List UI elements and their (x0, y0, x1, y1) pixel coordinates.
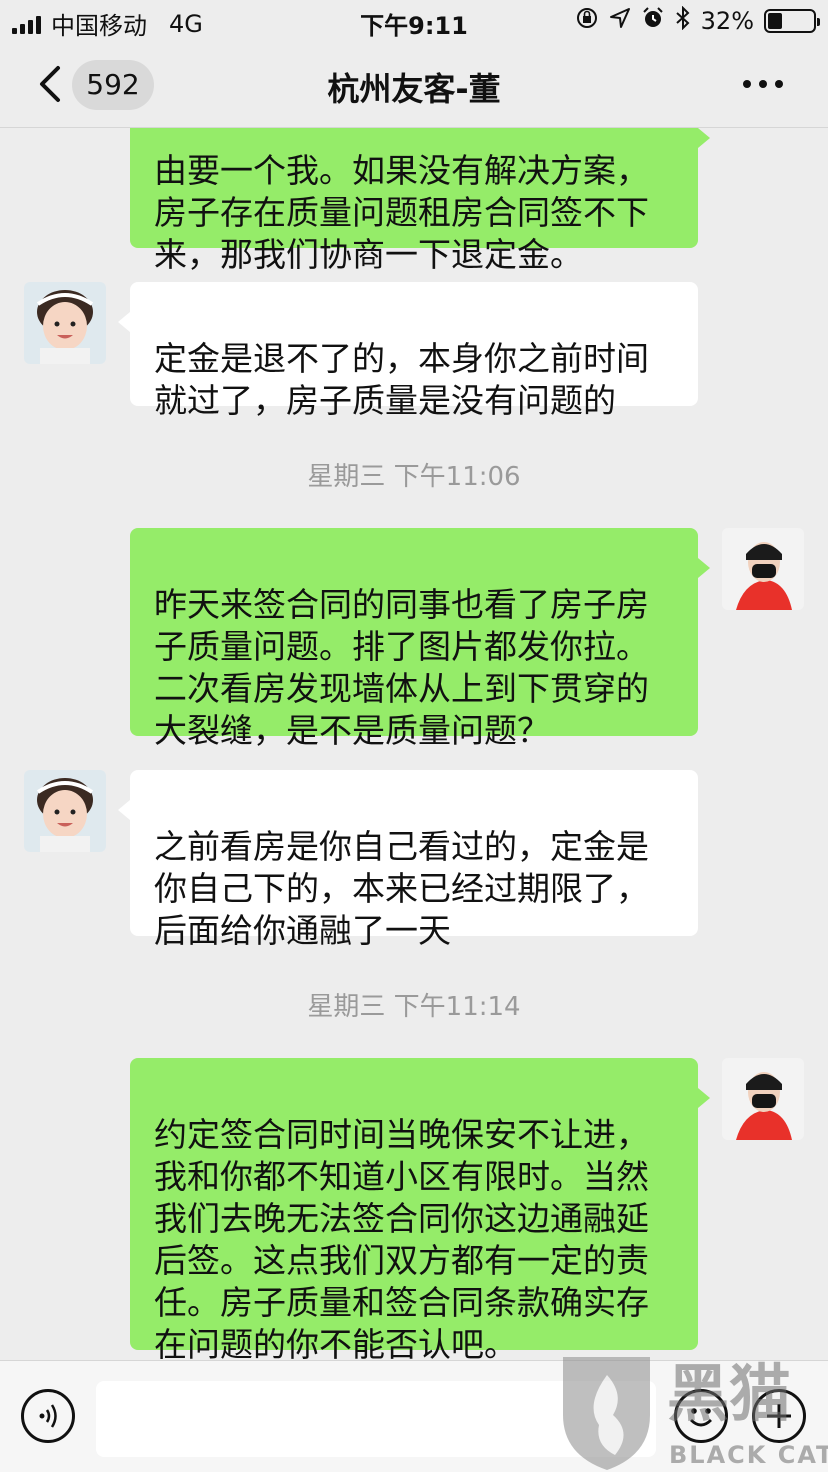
chat-title: 杭州友客-董 (327, 70, 501, 108)
message-bubble-mine[interactable]: 约定签合同时间当晚保安不让进， 我和你都不知道小区有限时。当然 我们去晚无法签合… (130, 1058, 710, 1360)
avatar-contact[interactable] (24, 770, 106, 852)
message-text: 昨天来签合同的同事也看了房子房 子质量问题。排了图片都发你拉。 二次看房发现墙体… (154, 585, 649, 750)
message-text: 由要一个我。如果没有解决方案， 房子存在质量问题租房合同签不下 来，那我们协商一… (154, 151, 649, 274)
voice-icon (39, 1404, 57, 1428)
lock-rotation-icon (575, 6, 599, 36)
timestamp: 星期三 下午11:06 (307, 462, 521, 492)
baby-avatar-icon (24, 282, 106, 364)
message-bubble-mine[interactable]: 昨天来签合同的同事也看了房子房 子质量问题。排了图片都发你拉。 二次看房发现墙体… (130, 528, 710, 750)
user-avatar-icon (722, 1058, 804, 1140)
user-avatar-icon (722, 528, 804, 610)
message-text: 定金是退不了的，本身你之前时间 就过了，房子质量是没有问题的 (154, 339, 649, 420)
location-icon (609, 7, 631, 35)
input-bar (0, 1360, 828, 1472)
message-input[interactable] (96, 1381, 656, 1457)
message-text: 之前看房是你自己看过的，定金是 你自己下的，本来已经过期限了， 后面给你通融了一… (154, 827, 649, 950)
message-bubble-contact[interactable]: 之前看房是你自己看过的，定金是 你自己下的，本来已经过期限了， 后面给你通融了一… (118, 770, 698, 950)
battery-percent: 32% (700, 7, 754, 35)
alarm-icon (641, 6, 665, 36)
battery-icon (764, 9, 820, 33)
baby-avatar-icon (24, 770, 106, 852)
message-text: 约定签合同时间当晚保安不让进， 我和你都不知道小区有限时。当然 我们去晚无法签合… (154, 1115, 649, 1360)
avatar-me[interactable] (722, 528, 804, 610)
more-button[interactable] (738, 72, 788, 96)
chat-header: 592 杭州友客-董 (0, 42, 828, 128)
more-dots-icon (743, 80, 751, 88)
emoji-button[interactable] (674, 1389, 728, 1443)
plus-icon (767, 1404, 791, 1428)
voice-button[interactable] (21, 1389, 75, 1443)
timestamp: 星期三 下午11:14 (307, 992, 521, 1022)
emoji-icon (690, 1408, 712, 1427)
message-list[interactable]: 由要一个我。如果没有解决方案， 房子存在质量问题租房合同签不下 来，那我们协商一… (0, 128, 828, 1360)
avatar-contact[interactable] (24, 282, 106, 364)
status-bar: 中国移动 4G 下午9:11 32% (0, 0, 828, 42)
message-bubble-contact[interactable]: 定金是退不了的，本身你之前时间 就过了，房子质量是没有问题的 (118, 282, 698, 420)
more-functions-button[interactable] (752, 1389, 806, 1443)
message-bubble-mine[interactable]: 由要一个我。如果没有解决方案， 房子存在质量问题租房合同签不下 来，那我们协商一… (130, 128, 710, 274)
avatar-me[interactable] (722, 1058, 804, 1140)
bluetooth-icon (675, 5, 691, 36)
